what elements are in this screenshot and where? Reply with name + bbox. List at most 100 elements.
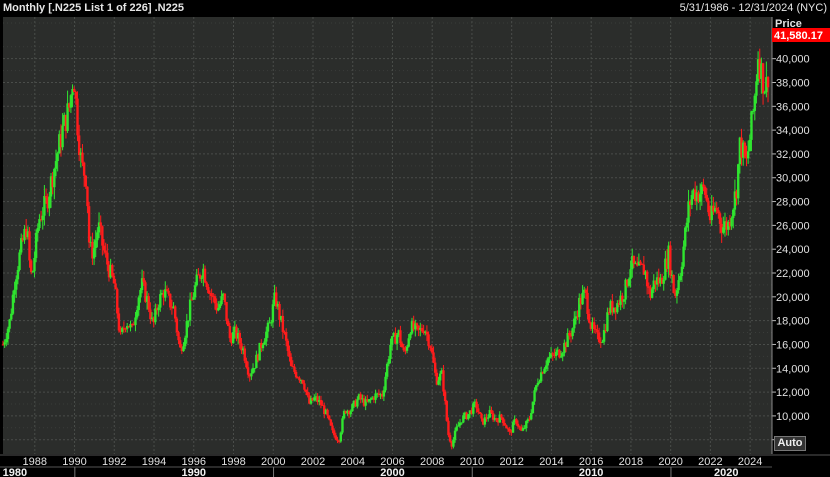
candle-up [187, 320, 190, 322]
decade-label: 2010 [579, 467, 603, 477]
candle-down [116, 289, 119, 314]
candle-up [220, 296, 223, 305]
candle-up [356, 399, 359, 407]
candle-down [203, 268, 207, 283]
candle-down [294, 371, 298, 378]
candle-down [478, 412, 482, 414]
candle-up [192, 297, 195, 300]
candle-up [231, 332, 235, 344]
candle-down [87, 206, 91, 243]
candle-down [286, 340, 290, 351]
candle-up [341, 418, 344, 433]
candle-up [6, 328, 10, 340]
candle-down [717, 209, 720, 214]
candle-up [548, 356, 551, 359]
y-tick-label: 24,000 [776, 244, 810, 256]
candle-down [766, 77, 770, 88]
candle-down [238, 332, 241, 344]
candle-down [205, 282, 208, 288]
y-tick-label: 14,000 [776, 363, 810, 375]
candle-down [207, 287, 210, 294]
auto-scale-button[interactable]: Auto [774, 436, 806, 451]
candle-down [29, 260, 33, 273]
x-tick-label: 2008 [420, 456, 444, 468]
candle-up [755, 81, 758, 96]
candle-up [385, 363, 389, 377]
candle-up [679, 276, 682, 281]
candle-up [69, 95, 73, 108]
candle-down [587, 313, 591, 323]
candle-down [122, 327, 126, 329]
price-chart[interactable]: 8,00010,00012,00014,00016,00018,00020,00… [0, 0, 830, 477]
candle-down [508, 428, 511, 432]
candle-up [15, 279, 18, 290]
y-tick-label: 38,000 [776, 77, 810, 89]
candle-down [515, 419, 518, 424]
candle-down [447, 420, 450, 436]
candle-up [662, 279, 665, 284]
candle-down [336, 439, 339, 441]
candle-up [139, 290, 142, 298]
candle-down [443, 391, 447, 402]
candle-down [432, 352, 435, 363]
decade-label: 2000 [380, 467, 404, 477]
candle-up [137, 297, 140, 311]
candle-down [399, 330, 402, 344]
candle-up [732, 209, 735, 219]
candle-up [698, 194, 702, 202]
candle-up [374, 393, 377, 400]
candle-down [639, 261, 642, 264]
candle-down [596, 329, 599, 333]
candle-up [13, 289, 16, 295]
candle-up [748, 139, 752, 152]
candle-up [193, 285, 197, 298]
candle-up [680, 266, 684, 277]
candle-up [10, 313, 13, 320]
candle-down [112, 275, 116, 284]
candle-up [601, 341, 604, 343]
candle-down [82, 162, 86, 176]
candle-down [102, 245, 106, 251]
candle-down [516, 423, 520, 427]
candle-down [329, 419, 333, 426]
candle-up [533, 390, 536, 402]
candle-up [405, 346, 409, 351]
candle-up [536, 382, 540, 386]
candle-up [457, 425, 460, 427]
candle-down [167, 290, 170, 294]
candle-up [530, 413, 533, 420]
candle-down [104, 250, 107, 253]
candle-down [743, 142, 747, 157]
candle-up [266, 322, 270, 332]
candle-down [1, 344, 5, 346]
candle-up [685, 222, 689, 228]
candle-down [584, 289, 588, 293]
y-tick-label: 28,000 [776, 197, 810, 209]
candle-down [501, 417, 505, 424]
candle-up [200, 277, 203, 279]
candle-up [453, 430, 457, 440]
candle-up [263, 341, 266, 345]
y-tick-label: 16,000 [776, 339, 810, 351]
candle-down [715, 207, 718, 210]
x-tick-label: 2002 [301, 456, 325, 468]
decade-label: 2020 [714, 467, 738, 477]
candle-up [650, 289, 654, 298]
candle-up [438, 373, 442, 381]
y-axis: 8,00010,00012,00014,00016,00018,00020,00… [771, 17, 810, 454]
candle-down [86, 186, 89, 207]
candle-up [53, 168, 56, 188]
candle-up [407, 338, 410, 347]
candle-up [409, 333, 412, 339]
candle-down [142, 278, 145, 283]
candle-up [622, 299, 626, 302]
candle-down [669, 245, 672, 276]
candle-down [106, 252, 109, 265]
candle-up [34, 232, 38, 258]
candle-up [270, 322, 273, 324]
candle-down [190, 299, 193, 301]
candle-up [18, 252, 21, 270]
candle-up [265, 331, 268, 342]
y-tick-label: 34,000 [776, 125, 810, 137]
decade-label: 1990 [182, 467, 206, 477]
